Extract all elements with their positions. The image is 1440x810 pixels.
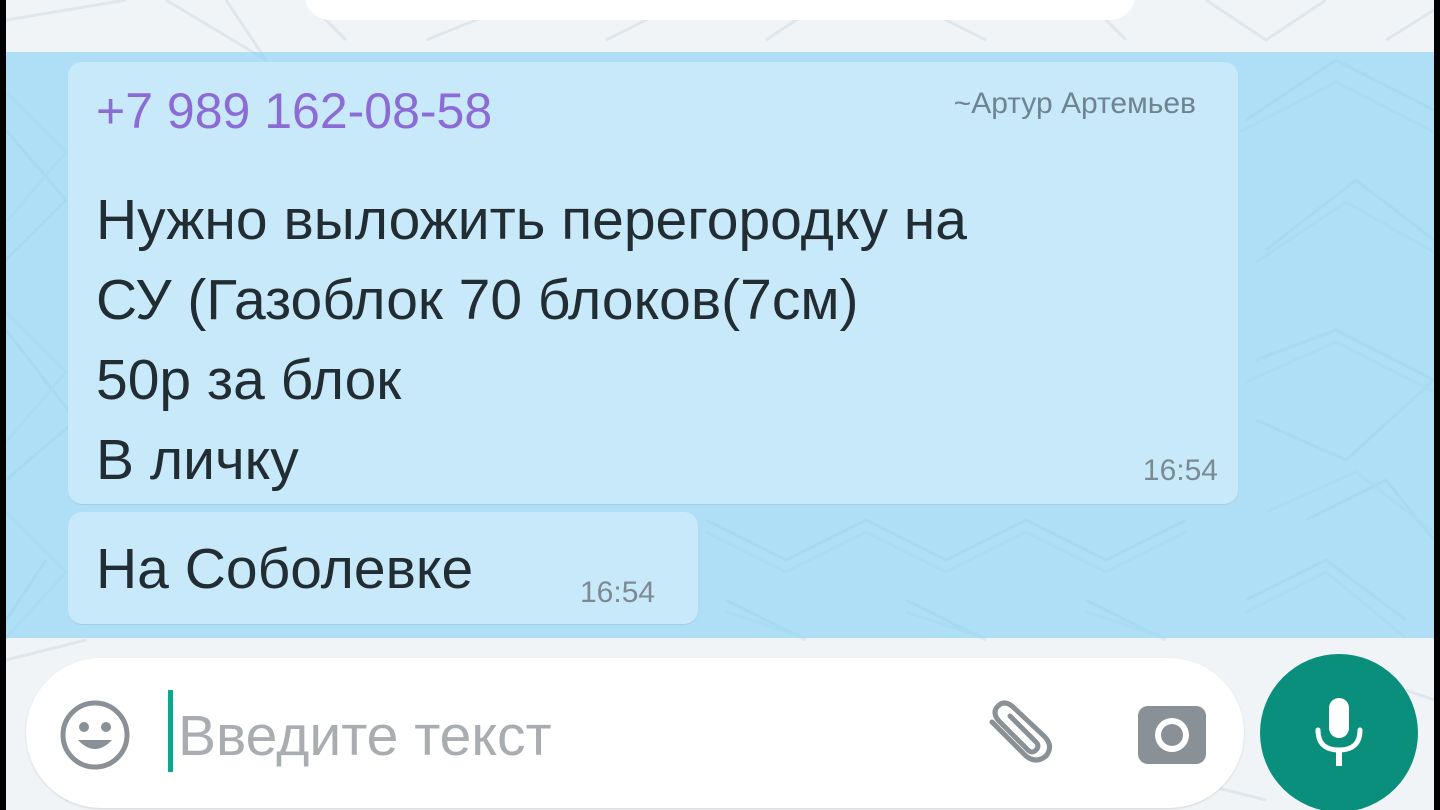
chat-screen: +7 989 162-08-58 ~Артур Артемьев Нужно в… [0,0,1440,810]
message-time: 16:54 [580,576,656,609]
message-text: Нужно выложить перегородку на СУ (Газобл… [96,180,1216,500]
message-time: 16:54 [1142,454,1218,487]
message-line: В личку [96,428,299,492]
screen-border-left [0,0,6,810]
microphone-button[interactable] [1260,654,1418,810]
text-cursor [168,690,173,772]
screen-border-right [1434,0,1440,810]
message-line: Нужно выложить перегородку на [96,188,967,252]
message-input[interactable] [178,696,958,776]
sender-name: ~Артур Артемьев [953,87,1196,120]
smiley-icon[interactable] [58,698,132,772]
message-line: 50р за блок [96,348,402,412]
message-text: На Соболевке [96,537,474,601]
message-line: СУ (Газоблок 70 блоков(7см) [96,268,859,332]
microphone-icon [1315,698,1363,766]
camera-icon[interactable] [1134,698,1210,768]
sender-phone[interactable]: +7 989 162-08-58 [96,82,492,140]
previous-message-edge [305,0,1135,20]
paperclip-icon[interactable] [982,700,1062,770]
